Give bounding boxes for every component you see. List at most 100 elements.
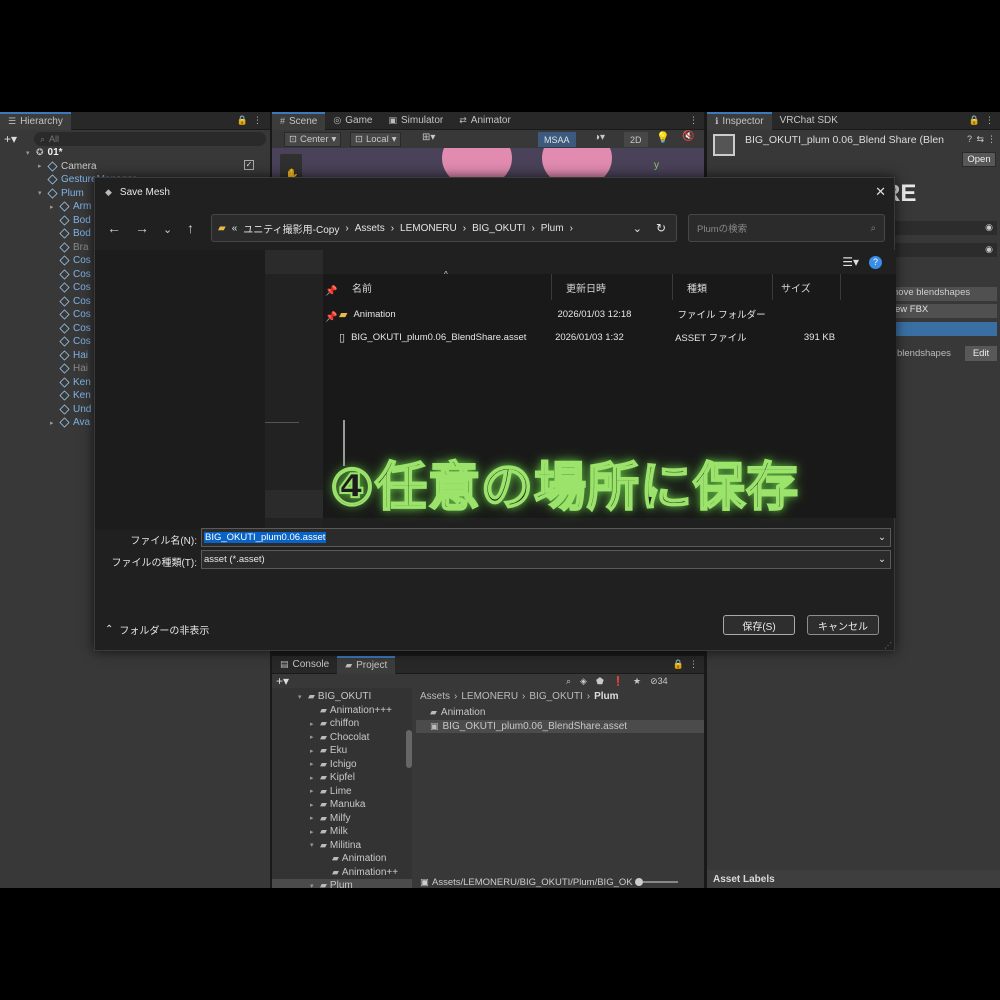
open-button[interactable]: Open	[962, 152, 996, 167]
pin-icon[interactable]: 📌	[325, 312, 337, 323]
label-filter-icon[interactable]: ◈	[580, 676, 587, 687]
chevron-down-icon[interactable]: ⌄	[878, 554, 886, 565]
space-dropdown[interactable]: ⊡ Local ▾	[350, 132, 402, 147]
folder-tree-item[interactable]: ▸ ▰ Lime	[272, 785, 412, 799]
visibility-checkbox[interactable]: ✓	[244, 160, 254, 170]
help-icon[interactable]: ?	[967, 134, 972, 144]
zoom-slider[interactable]	[634, 878, 678, 886]
new-fbx-button[interactable]: ew FBX	[891, 304, 997, 318]
light-icon[interactable]: 💡	[656, 131, 670, 144]
shading-icon[interactable]: ◑▾	[594, 132, 605, 143]
pin-icon[interactable]: 📌	[325, 286, 337, 297]
tab-vrchat-sdk[interactable]: VRChat SDK	[772, 112, 846, 130]
remove-blendshapes-button[interactable]: nove blendshapes	[891, 287, 997, 301]
tab-scene[interactable]: # Scene	[272, 112, 326, 130]
folder-tree-item[interactable]: ▰ Animation	[272, 852, 412, 866]
list-item[interactable]: ▰ Animation	[416, 706, 704, 720]
folder-tree-item[interactable]: ▸ ▰ Ichigo	[272, 758, 412, 772]
resize-grip-icon[interactable]: ⋰	[884, 641, 892, 650]
hide-folders-toggle[interactable]: ⌃ フォルダーの非表示	[105, 622, 209, 637]
msaa-button[interactable]: MSAA	[538, 132, 576, 147]
folder-tree-item[interactable]: ▸ ▰ Eku	[272, 744, 412, 758]
more-icon[interactable]: ⋮	[985, 116, 994, 125]
back-icon[interactable]: ←	[107, 220, 121, 236]
asset-labels-header[interactable]: Asset Labels	[707, 870, 1000, 888]
list-item[interactable]: ▣ BIG_OKUTI_plum0.06_BlendShare.asset	[416, 719, 704, 733]
hidden-packages-icon[interactable]: ⊘34	[650, 676, 668, 687]
expand-arrow-icon[interactable]: ▸	[310, 814, 320, 822]
search-by-type-icon[interactable]: ⌕	[566, 676, 571, 687]
more-icon[interactable]: ⋮	[987, 134, 996, 145]
folder-tree-item[interactable]: ▸ ▰ Milk	[272, 825, 412, 839]
pivot-dropdown[interactable]: ⊡ Center ▾	[284, 132, 342, 147]
lock-icon[interactable]: 🔒	[237, 116, 248, 125]
tag-icon[interactable]: ⬟	[596, 676, 604, 687]
folder-tree-item[interactable]: ▰ Animation++	[272, 866, 412, 880]
up-icon[interactable]: ↑	[187, 220, 194, 236]
filetype-select[interactable]: asset (*.asset) ⌄	[201, 550, 891, 569]
create-icon[interactable]: +▾	[276, 674, 289, 688]
folder-tree-item[interactable]: ▾ ▰ BIG_OKUTI	[272, 690, 412, 704]
scene-viewport[interactable]: ✋ y	[272, 148, 704, 178]
expand-arrow-icon[interactable]: ▸	[50, 203, 60, 211]
help-icon[interactable]: ?	[869, 255, 882, 269]
more-icon[interactable]: ⋮	[689, 116, 698, 125]
expand-arrow-icon[interactable]: ▾	[310, 882, 320, 888]
column-date[interactable]: 更新日時	[552, 274, 673, 300]
tab-console[interactable]: ▤ Console	[272, 656, 337, 674]
expand-arrow-icon[interactable]: ▸	[50, 419, 60, 427]
overflow-icon[interactable]: «	[232, 223, 238, 234]
tab-animator[interactable]: ⇄ Animator	[451, 112, 519, 130]
expand-arrow-icon[interactable]: ▾	[298, 693, 308, 701]
refresh-icon[interactable]: ↻	[656, 221, 666, 235]
add-icon[interactable]: +▾	[4, 132, 17, 146]
folder-tree-item[interactable]: ▸ ▰ Manuka	[272, 798, 412, 812]
folder-tree-item[interactable]: ▰ Animation+++	[272, 704, 412, 718]
more-icon[interactable]: ⋮	[253, 116, 262, 125]
2d-toggle[interactable]: 2D	[624, 132, 648, 147]
cancel-button[interactable]: キャンセル	[807, 615, 879, 635]
slider-handle[interactable]	[634, 878, 643, 886]
address-bar[interactable]: ▰ « ユニティ撮影用-Copy › Assets › LEMONERU › BIG_…	[211, 214, 677, 242]
file-row[interactable]: ▰ Animation 2026/01/03 12:18 ファイル フォルダー	[339, 303, 859, 325]
file-row[interactable]: ▯ BIG_OKUTI_plum0.06_BlendShare.asset 20…	[339, 326, 859, 348]
expand-arrow-icon[interactable]: ▸	[310, 747, 320, 755]
expand-arrow-icon[interactable]: ▸	[310, 733, 320, 741]
folder-tree-item[interactable]: ▸ ▰ chiffon	[272, 717, 412, 731]
folder-tree-item[interactable]: ▾ ▰ Plum	[272, 879, 412, 888]
tree-scrollbar[interactable]	[406, 730, 412, 768]
column-type[interactable]: 種類	[673, 274, 773, 300]
chevron-down-icon[interactable]: ⌄	[633, 222, 642, 235]
alert-icon[interactable]: ❗	[613, 676, 624, 687]
search-input[interactable]: Plumの検索 ⌕	[688, 214, 885, 242]
more-icon[interactable]: ⋮	[689, 660, 698, 669]
expand-arrow-icon[interactable]: ▸	[310, 774, 320, 782]
close-icon[interactable]: ✕	[875, 184, 886, 200]
expand-arrow-icon[interactable]: ▾	[310, 841, 320, 849]
tab-hierarchy[interactable]: ☰ Hierarchy	[0, 112, 71, 130]
star-icon[interactable]: ★	[633, 676, 641, 687]
folder-tree-item[interactable]: ▸ ▰ Kipfel	[272, 771, 412, 785]
column-size[interactable]: サイズ	[773, 274, 841, 300]
audio-icon[interactable]: 🔇	[682, 131, 694, 142]
scene-row[interactable]: ▾ ✪ 01*	[26, 146, 136, 160]
view-options-icon[interactable]: ☰▾	[842, 255, 859, 269]
expand-arrow-icon[interactable]: ▸	[310, 787, 320, 795]
inspector-field[interactable]: ◉	[891, 243, 997, 257]
column-name[interactable]: 名前 ^	[338, 270, 552, 300]
folder-tree-item[interactable]: ▾ ▰ Militina	[272, 839, 412, 853]
lock-icon[interactable]: 🔒	[673, 660, 684, 669]
expand-arrow-icon[interactable]: ▸	[310, 801, 320, 809]
folder-tree-item[interactable]: ▸ ▰ Chocolat	[272, 731, 412, 745]
grid-snap-icon[interactable]: ⊞▾	[422, 132, 435, 143]
forward-icon[interactable]: →	[135, 220, 149, 236]
expand-arrow-icon[interactable]: ▸	[310, 828, 320, 836]
recent-chevron-icon[interactable]: ⌄	[163, 223, 172, 236]
tab-game[interactable]: ◎ Game	[325, 112, 380, 130]
hierarchy-search-input[interactable]: ⌕ All	[34, 132, 266, 146]
save-button[interactable]: 保存(S)	[723, 615, 795, 635]
tab-project[interactable]: ▰ Project	[337, 655, 396, 674]
chevron-down-icon[interactable]: ⌄	[878, 532, 886, 543]
expand-arrow-icon[interactable]: ▸	[310, 760, 320, 768]
hierarchy-item[interactable]: ▸ Camera	[26, 160, 136, 174]
